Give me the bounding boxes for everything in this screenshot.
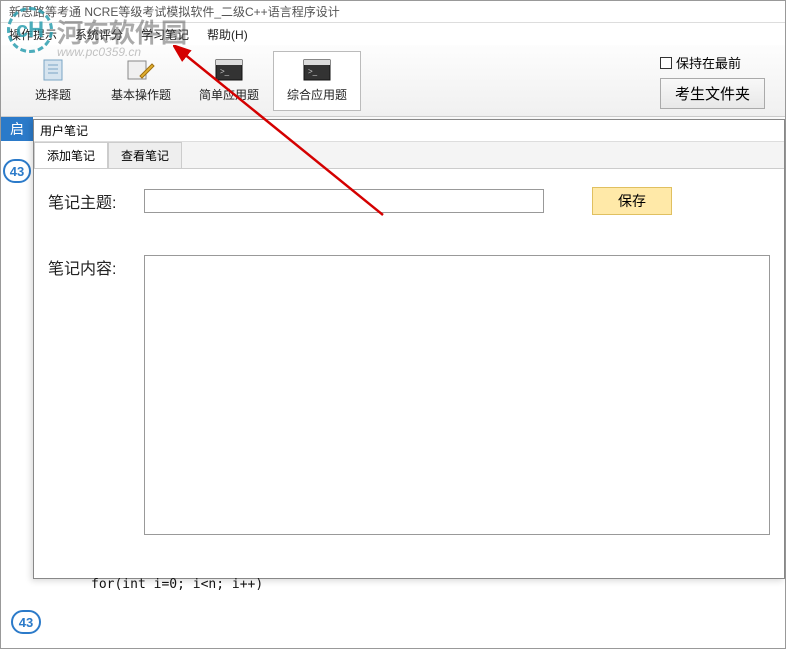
menu-operation-tips[interactable]: 操作提示 — [9, 26, 57, 43]
qi-tag: 启 — [1, 117, 33, 141]
notes-body: 笔记主题: 保存 笔记内容: — [34, 169, 784, 553]
window-title: 新思路等考通 NCRE等级考试模拟软件_二级C++语言程序设计 — [1, 1, 785, 23]
svg-text:>_: >_ — [308, 67, 318, 76]
left-question-strip: 启 43 — [1, 117, 33, 201]
save-button[interactable]: 保存 — [592, 187, 672, 215]
note-subject-input[interactable] — [144, 189, 544, 213]
document-icon — [37, 58, 69, 82]
note-content-label: 笔记内容: — [48, 255, 136, 279]
notes-window-title: 用户笔记 — [34, 120, 784, 142]
code-snippet: for(int i=0; i<n; i++) — [91, 577, 263, 592]
toolbar-choice-question[interactable]: 选择题 — [9, 51, 97, 111]
toolbar-simple-label: 简单应用题 — [199, 86, 259, 103]
toolbar: 选择题 基本操作题 >_ 简单应用题 >_ 综合应用题 保持在最前 考生文件夹 — [1, 45, 785, 117]
toolbar-basic-operation[interactable]: 基本操作题 — [97, 51, 185, 111]
user-notes-window: 用户笔记 添加笔记 查看笔记 笔记主题: 保存 笔记内容: — [33, 119, 785, 579]
note-content-textarea[interactable] — [144, 255, 770, 535]
bottom-question-nav: 43 — [11, 610, 41, 634]
notes-tabs: 添加笔记 查看笔记 — [34, 142, 784, 169]
toolbar-right-controls: 保持在最前 考生文件夹 — [660, 53, 765, 109]
toolbar-complex-app[interactable]: >_ 综合应用题 — [273, 51, 361, 111]
svg-text:>_: >_ — [220, 67, 230, 76]
note-subject-label: 笔记主题: — [48, 189, 136, 213]
checkbox-icon — [660, 57, 672, 69]
student-folder-button[interactable]: 考生文件夹 — [660, 78, 765, 109]
keep-on-top-checkbox[interactable]: 保持在最前 — [660, 53, 765, 72]
toolbar-simple-app[interactable]: >_ 简单应用题 — [185, 51, 273, 111]
tab-view-note[interactable]: 查看笔记 — [108, 142, 182, 168]
menu-study-notes[interactable]: 学习笔记 — [141, 26, 189, 43]
toolbar-basic-label: 基本操作题 — [111, 86, 171, 103]
question-43-nav[interactable]: 43 — [3, 159, 31, 183]
terminal-icon: >_ — [213, 58, 245, 82]
question-43-bottom[interactable]: 43 — [11, 610, 41, 634]
menu-help[interactable]: 帮助(H) — [207, 26, 248, 43]
keep-on-top-label: 保持在最前 — [676, 53, 741, 72]
toolbar-complex-label: 综合应用题 — [287, 86, 347, 103]
tab-add-note[interactable]: 添加笔记 — [34, 142, 108, 168]
terminal-icon: >_ — [301, 58, 333, 82]
pencil-doc-icon — [125, 58, 157, 82]
menu-bar: 操作提示 系统评分 学习笔记 帮助(H) — [1, 23, 785, 45]
toolbar-choice-label: 选择题 — [35, 86, 71, 103]
menu-system-score[interactable]: 系统评分 — [75, 26, 123, 43]
